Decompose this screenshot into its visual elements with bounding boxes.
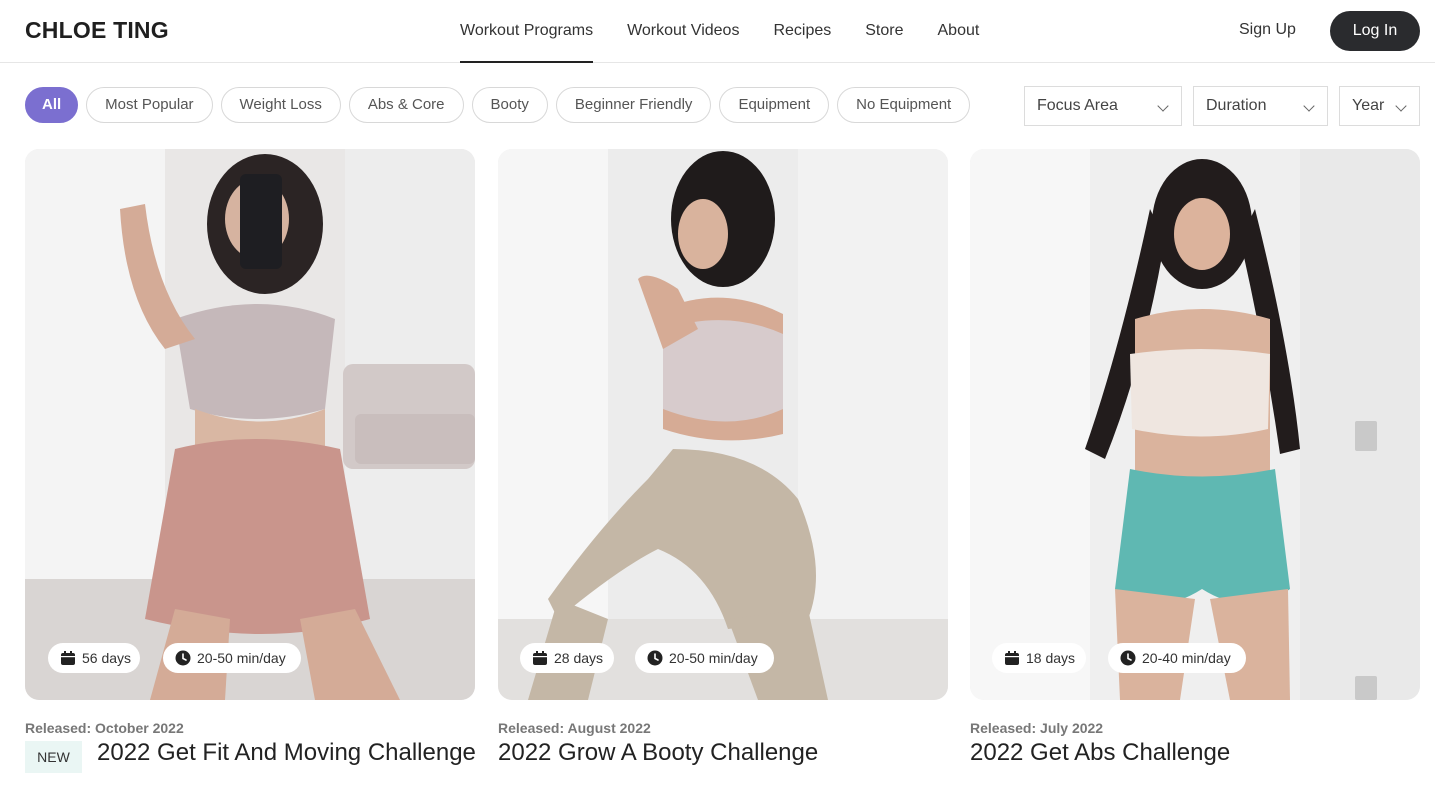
focus-area-dropdown-label: Focus Area <box>1037 97 1118 114</box>
program-title[interactable]: 2022 Get Fit And Moving Challenge <box>97 739 476 767</box>
program-photo[interactable] <box>970 149 1420 700</box>
main-nav: Workout Programs Workout Videos Recipes … <box>460 0 1013 63</box>
program-days-badge: 28 days <box>520 643 614 673</box>
program-title[interactable]: 2022 Get Abs Challenge <box>970 739 1230 767</box>
program-days: 56 days <box>82 650 132 666</box>
nav-workout-programs[interactable]: Workout Programs <box>460 0 594 63</box>
program-duration-badge: 20-50 min/day <box>635 643 774 673</box>
duration-dropdown[interactable]: Duration <box>1193 86 1328 126</box>
program-days-badge: 18 days <box>992 643 1086 673</box>
duration-dropdown-label: Duration <box>1206 97 1267 114</box>
program-duration-badge: 20-40 min/day <box>1108 643 1246 673</box>
chevron-down-icon <box>1303 100 1315 112</box>
calendar-icon <box>533 651 547 665</box>
filter-pill-beginner-friendly[interactable]: Beginner Friendly <box>555 87 712 123</box>
focus-area-dropdown[interactable]: Focus Area <box>1024 86 1182 126</box>
program-days: 18 days <box>1026 650 1076 666</box>
nav-workout-videos[interactable]: Workout Videos <box>627 0 739 63</box>
chevron-down-icon <box>1395 100 1407 112</box>
filter-pill-abs-core[interactable]: Abs & Core <box>348 87 464 123</box>
program-duration: 20-50 min/day <box>669 650 758 666</box>
program-duration: 20-50 min/day <box>197 650 286 666</box>
log-in-button[interactable]: Log In <box>1330 11 1420 51</box>
program-title[interactable]: 2022 Grow A Booty Challenge <box>498 739 818 767</box>
program-duration-badge: 20-50 min/day <box>163 643 301 673</box>
program-release-date: Released: August 2022 <box>498 720 651 736</box>
year-dropdown[interactable]: Year <box>1339 86 1420 126</box>
program-release-date: Released: October 2022 <box>25 720 184 736</box>
program-duration: 20-40 min/day <box>1142 650 1231 666</box>
filter-pill-no-equipment[interactable]: No Equipment <box>837 87 971 123</box>
program-release-date: Released: July 2022 <box>970 720 1104 736</box>
clock-icon <box>647 650 663 666</box>
nav-recipes[interactable]: Recipes <box>773 0 831 63</box>
filter-pill-equipment[interactable]: Equipment <box>719 87 830 123</box>
site-header: CHLOE TING Workout Programs Workout Vide… <box>0 0 1435 63</box>
clock-icon <box>1120 650 1136 666</box>
site-logo[interactable]: CHLOE TING <box>25 17 169 44</box>
clock-icon <box>175 650 191 666</box>
nav-about[interactable]: About <box>938 0 980 63</box>
filter-pill-weight-loss[interactable]: Weight Loss <box>220 87 341 123</box>
new-tag: NEW <box>25 741 82 773</box>
nav-store[interactable]: Store <box>865 0 903 63</box>
filter-pill-all[interactable]: All <box>25 87 79 123</box>
category-filter-pills: All Most Popular Weight Loss Abs & Core … <box>25 87 978 123</box>
calendar-icon <box>61 651 75 665</box>
program-days-badge: 56 days <box>48 643 140 673</box>
program-photo[interactable] <box>25 149 475 700</box>
program-photo[interactable] <box>498 149 948 700</box>
sign-up-link[interactable]: Sign Up <box>1239 21 1296 39</box>
year-dropdown-label: Year <box>1352 97 1385 114</box>
calendar-icon <box>1005 651 1019 665</box>
chevron-down-icon <box>1157 100 1169 112</box>
filter-pill-booty[interactable]: Booty <box>471 87 548 123</box>
program-days: 28 days <box>554 650 604 666</box>
filter-pill-most-popular[interactable]: Most Popular <box>86 87 213 123</box>
